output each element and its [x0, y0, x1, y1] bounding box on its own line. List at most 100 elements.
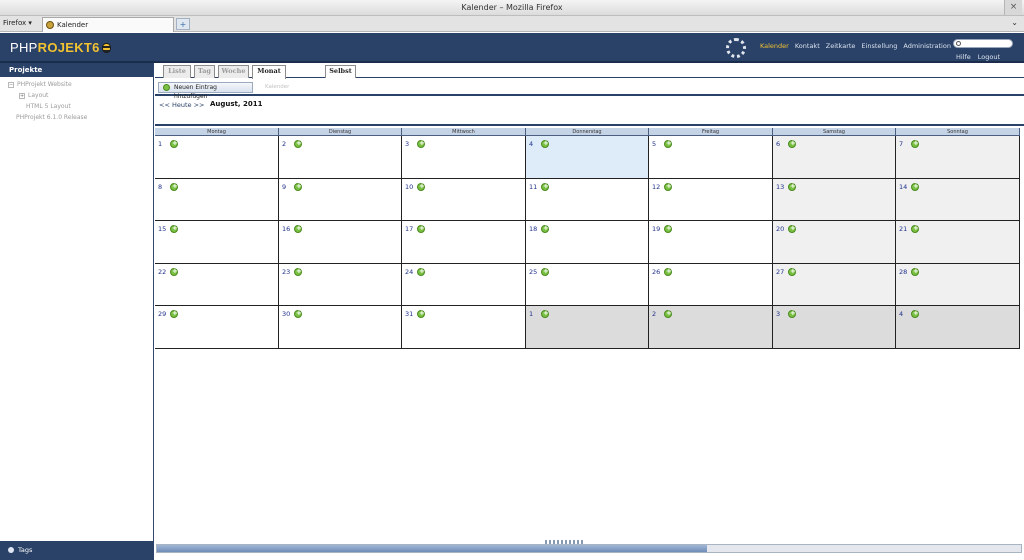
- day-number[interactable]: 12: [652, 183, 660, 191]
- add-event-icon[interactable]: [170, 182, 178, 191]
- day-number[interactable]: 29: [158, 310, 166, 318]
- tree-item[interactable]: + Layout: [19, 92, 48, 99]
- day-number[interactable]: 27: [776, 268, 784, 276]
- day-number[interactable]: 23: [282, 268, 290, 276]
- day-number[interactable]: 8: [158, 183, 162, 191]
- calendar-day-cell[interactable]: 1: [526, 306, 649, 349]
- calendar-day-cell[interactable]: 18: [526, 221, 649, 264]
- nav-item-administration[interactable]: Administration: [903, 42, 951, 50]
- calendar-day-cell[interactable]: 15: [155, 221, 279, 264]
- tags-panel-toggle[interactable]: Tags: [0, 541, 154, 560]
- day-number[interactable]: 2: [652, 310, 656, 318]
- calendar-day-cell[interactable]: 20: [773, 221, 896, 264]
- add-event-icon[interactable]: [294, 309, 302, 318]
- horizontal-scrollbar[interactable]: [156, 544, 1022, 553]
- add-event-icon[interactable]: [294, 224, 302, 233]
- add-event-icon[interactable]: [417, 267, 425, 276]
- calendar-day-cell[interactable]: 27: [773, 264, 896, 306]
- calendar-day-cell[interactable]: 9: [279, 179, 402, 221]
- calendar-day-cell[interactable]: 3: [773, 306, 896, 349]
- date-navigation-links[interactable]: << Heute >>: [159, 101, 204, 109]
- day-number[interactable]: 15: [158, 225, 166, 233]
- calendar-day-cell[interactable]: 11: [526, 179, 649, 221]
- user-nav-logout[interactable]: Logout: [978, 53, 1000, 61]
- day-number[interactable]: 19: [652, 225, 660, 233]
- calendar-day-cell[interactable]: 16: [279, 221, 402, 264]
- add-event-icon[interactable]: [664, 182, 672, 191]
- day-number[interactable]: 4: [899, 310, 903, 318]
- calendar-day-cell[interactable]: 8: [155, 179, 279, 221]
- calendar-day-cell[interactable]: 29: [155, 306, 279, 349]
- calendar-day-cell[interactable]: 13: [773, 179, 896, 221]
- add-event-icon[interactable]: [664, 224, 672, 233]
- day-number[interactable]: 13: [776, 183, 784, 191]
- add-event-icon[interactable]: [541, 267, 549, 276]
- tree-item[interactable]: HTML 5 Layout: [26, 103, 71, 110]
- scrollbar-thumb[interactable]: [157, 545, 707, 552]
- day-number[interactable]: 6: [776, 140, 780, 148]
- tab-tag[interactable]: Tag: [194, 65, 215, 78]
- add-entry-button[interactable]: Neuen Eintrag hinzufügen: [158, 82, 253, 100]
- add-event-icon[interactable]: [664, 139, 672, 148]
- add-event-icon[interactable]: [788, 139, 796, 148]
- add-event-icon[interactable]: [788, 309, 796, 318]
- add-event-icon[interactable]: [911, 224, 919, 233]
- day-number[interactable]: 3: [405, 140, 409, 148]
- browser-tab-kalender[interactable]: Kalender: [42, 17, 174, 32]
- day-number[interactable]: 26: [652, 268, 660, 276]
- nav-item-kalender[interactable]: Kalender: [760, 42, 789, 50]
- day-number[interactable]: 14: [899, 183, 907, 191]
- day-number[interactable]: 5: [652, 140, 656, 148]
- day-number[interactable]: 7: [899, 140, 903, 148]
- calendar-day-cell[interactable]: 3: [402, 136, 526, 179]
- add-event-icon[interactable]: [417, 309, 425, 318]
- day-number[interactable]: 17: [405, 225, 413, 233]
- calendar-day-cell[interactable]: 2: [279, 136, 402, 179]
- add-event-icon[interactable]: [541, 224, 549, 233]
- calendar-day-cell[interactable]: 4: [526, 136, 649, 179]
- day-number[interactable]: 11: [529, 183, 537, 191]
- add-event-icon[interactable]: [911, 182, 919, 191]
- add-event-icon[interactable]: [788, 224, 796, 233]
- add-event-icon[interactable]: [170, 224, 178, 233]
- day-number[interactable]: 28: [899, 268, 907, 276]
- day-number[interactable]: 1: [529, 310, 533, 318]
- calendar-day-cell[interactable]: 23: [279, 264, 402, 306]
- day-number[interactable]: 3: [776, 310, 780, 318]
- calendar-day-cell[interactable]: 31: [402, 306, 526, 349]
- add-event-icon[interactable]: [788, 182, 796, 191]
- expand-icon[interactable]: +: [19, 93, 25, 99]
- add-event-icon[interactable]: [417, 224, 425, 233]
- add-event-icon[interactable]: [170, 309, 178, 318]
- calendar-day-cell[interactable]: 19: [649, 221, 773, 264]
- tab-monat[interactable]: Monat: [252, 65, 286, 79]
- logo[interactable]: PHPROJEKT6: [10, 40, 111, 55]
- day-number[interactable]: 30: [282, 310, 290, 318]
- window-close-button[interactable]: ×: [1004, 0, 1022, 15]
- tab-list-chevron-icon[interactable]: ⌄: [1011, 18, 1018, 27]
- day-number[interactable]: 21: [899, 225, 907, 233]
- day-number[interactable]: 18: [529, 225, 537, 233]
- calendar-day-cell[interactable]: 17: [402, 221, 526, 264]
- tab-selbst[interactable]: Selbst: [325, 65, 356, 78]
- user-nav-hilfe[interactable]: Hilfe: [956, 53, 971, 61]
- day-number[interactable]: 24: [405, 268, 413, 276]
- add-event-icon[interactable]: [170, 139, 178, 148]
- calendar-day-cell[interactable]: 28: [896, 264, 1020, 306]
- day-number[interactable]: 20: [776, 225, 784, 233]
- add-event-icon[interactable]: [541, 309, 549, 318]
- nav-item-zeitkarte[interactable]: Zeitkarte: [826, 42, 856, 50]
- tree-item[interactable]: PHProjekt 6.1.0 Release: [16, 114, 87, 121]
- calendar-day-cell[interactable]: 10: [402, 179, 526, 221]
- day-number[interactable]: 1: [158, 140, 162, 148]
- tree-item[interactable]: − PHProjekt Website: [8, 81, 72, 88]
- calendar-day-cell[interactable]: 2: [649, 306, 773, 349]
- day-number[interactable]: 9: [282, 183, 286, 191]
- add-event-icon[interactable]: [911, 309, 919, 318]
- tab-liste[interactable]: Liste: [163, 65, 191, 78]
- add-event-icon[interactable]: [911, 267, 919, 276]
- calendar-day-cell[interactable]: 24: [402, 264, 526, 306]
- calendar-day-cell[interactable]: 14: [896, 179, 1020, 221]
- add-event-icon[interactable]: [294, 267, 302, 276]
- new-tab-button[interactable]: +: [176, 18, 190, 30]
